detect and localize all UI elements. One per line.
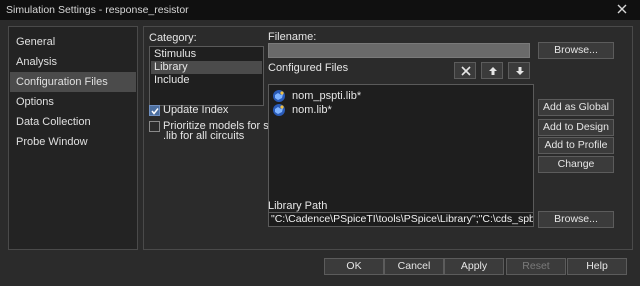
- category-list[interactable]: Stimulus Library Include: [149, 46, 264, 106]
- close-x-icon: [461, 66, 471, 76]
- configured-file-item[interactable]: nom_pspti.lib*: [272, 89, 522, 103]
- nav-item-probe-window[interactable]: Probe Window: [10, 132, 136, 152]
- nav-item-configuration-files[interactable]: Configuration Files: [10, 72, 136, 92]
- add-to-design-button[interactable]: Add to Design: [538, 119, 614, 136]
- library-path-browse-button[interactable]: Browse...: [538, 211, 614, 228]
- add-as-global-button[interactable]: Add as Global: [538, 99, 614, 116]
- filename-browse-button[interactable]: Browse...: [538, 42, 614, 59]
- category-label: Category:: [149, 32, 197, 44]
- arrow-down-icon: [516, 67, 524, 75]
- prioritize-models-checkbox[interactable]: [149, 121, 160, 132]
- help-button[interactable]: Help: [567, 258, 627, 275]
- category-item-include[interactable]: Include: [151, 74, 262, 87]
- add-to-profile-button[interactable]: Add to Profile: [538, 137, 614, 154]
- configuration-files-panel: Category: Stimulus Library Include Updat…: [143, 26, 633, 250]
- window-close-icon[interactable]: [614, 1, 630, 17]
- category-item-stimulus[interactable]: Stimulus: [151, 48, 262, 61]
- arrow-up-icon: [489, 67, 497, 75]
- filename-input[interactable]: [268, 43, 530, 58]
- library-file-icon: [273, 104, 285, 116]
- settings-nav: General Analysis Configuration Files Opt…: [8, 26, 138, 250]
- configured-files-label: Configured Files: [268, 62, 349, 74]
- nav-item-analysis[interactable]: Analysis: [10, 52, 136, 72]
- window-title: Simulation Settings - response_resistor: [6, 4, 189, 16]
- settings-dialog: General Analysis Configuration Files Opt…: [0, 20, 640, 286]
- cancel-button[interactable]: Cancel: [384, 258, 444, 275]
- change-button[interactable]: Change: [538, 156, 614, 173]
- update-index-checkbox[interactable]: [149, 105, 160, 116]
- update-index-label: Update Index: [163, 104, 229, 116]
- configured-file-name: nom_pspti.lib*: [292, 90, 362, 102]
- move-up-button[interactable]: [481, 62, 503, 79]
- category-item-library[interactable]: Library: [151, 61, 262, 74]
- library-path-label: Library Path: [268, 200, 328, 212]
- library-path-input[interactable]: "C:\Cadence\PSpiceTI\tools\PSpice\Librar…: [268, 212, 534, 227]
- move-down-button[interactable]: [508, 62, 530, 79]
- delete-file-button[interactable]: [454, 62, 476, 79]
- nav-item-options[interactable]: Options: [10, 92, 136, 112]
- title-bar: Simulation Settings - response_resistor: [0, 0, 640, 20]
- ok-button[interactable]: OK: [324, 258, 384, 275]
- configured-file-item[interactable]: nom.lib*: [272, 103, 522, 117]
- nav-item-general[interactable]: General: [10, 32, 136, 52]
- reset-button[interactable]: Reset: [506, 258, 566, 275]
- prioritize-models-label-line2: .lib for all circuits: [163, 130, 245, 142]
- library-file-icon: [273, 90, 285, 102]
- apply-button[interactable]: Apply: [444, 258, 504, 275]
- filename-label: Filename:: [268, 31, 317, 43]
- checkmark-icon: [151, 108, 159, 115]
- configured-file-name: nom.lib*: [292, 104, 332, 116]
- nav-item-data-collection[interactable]: Data Collection: [10, 112, 136, 132]
